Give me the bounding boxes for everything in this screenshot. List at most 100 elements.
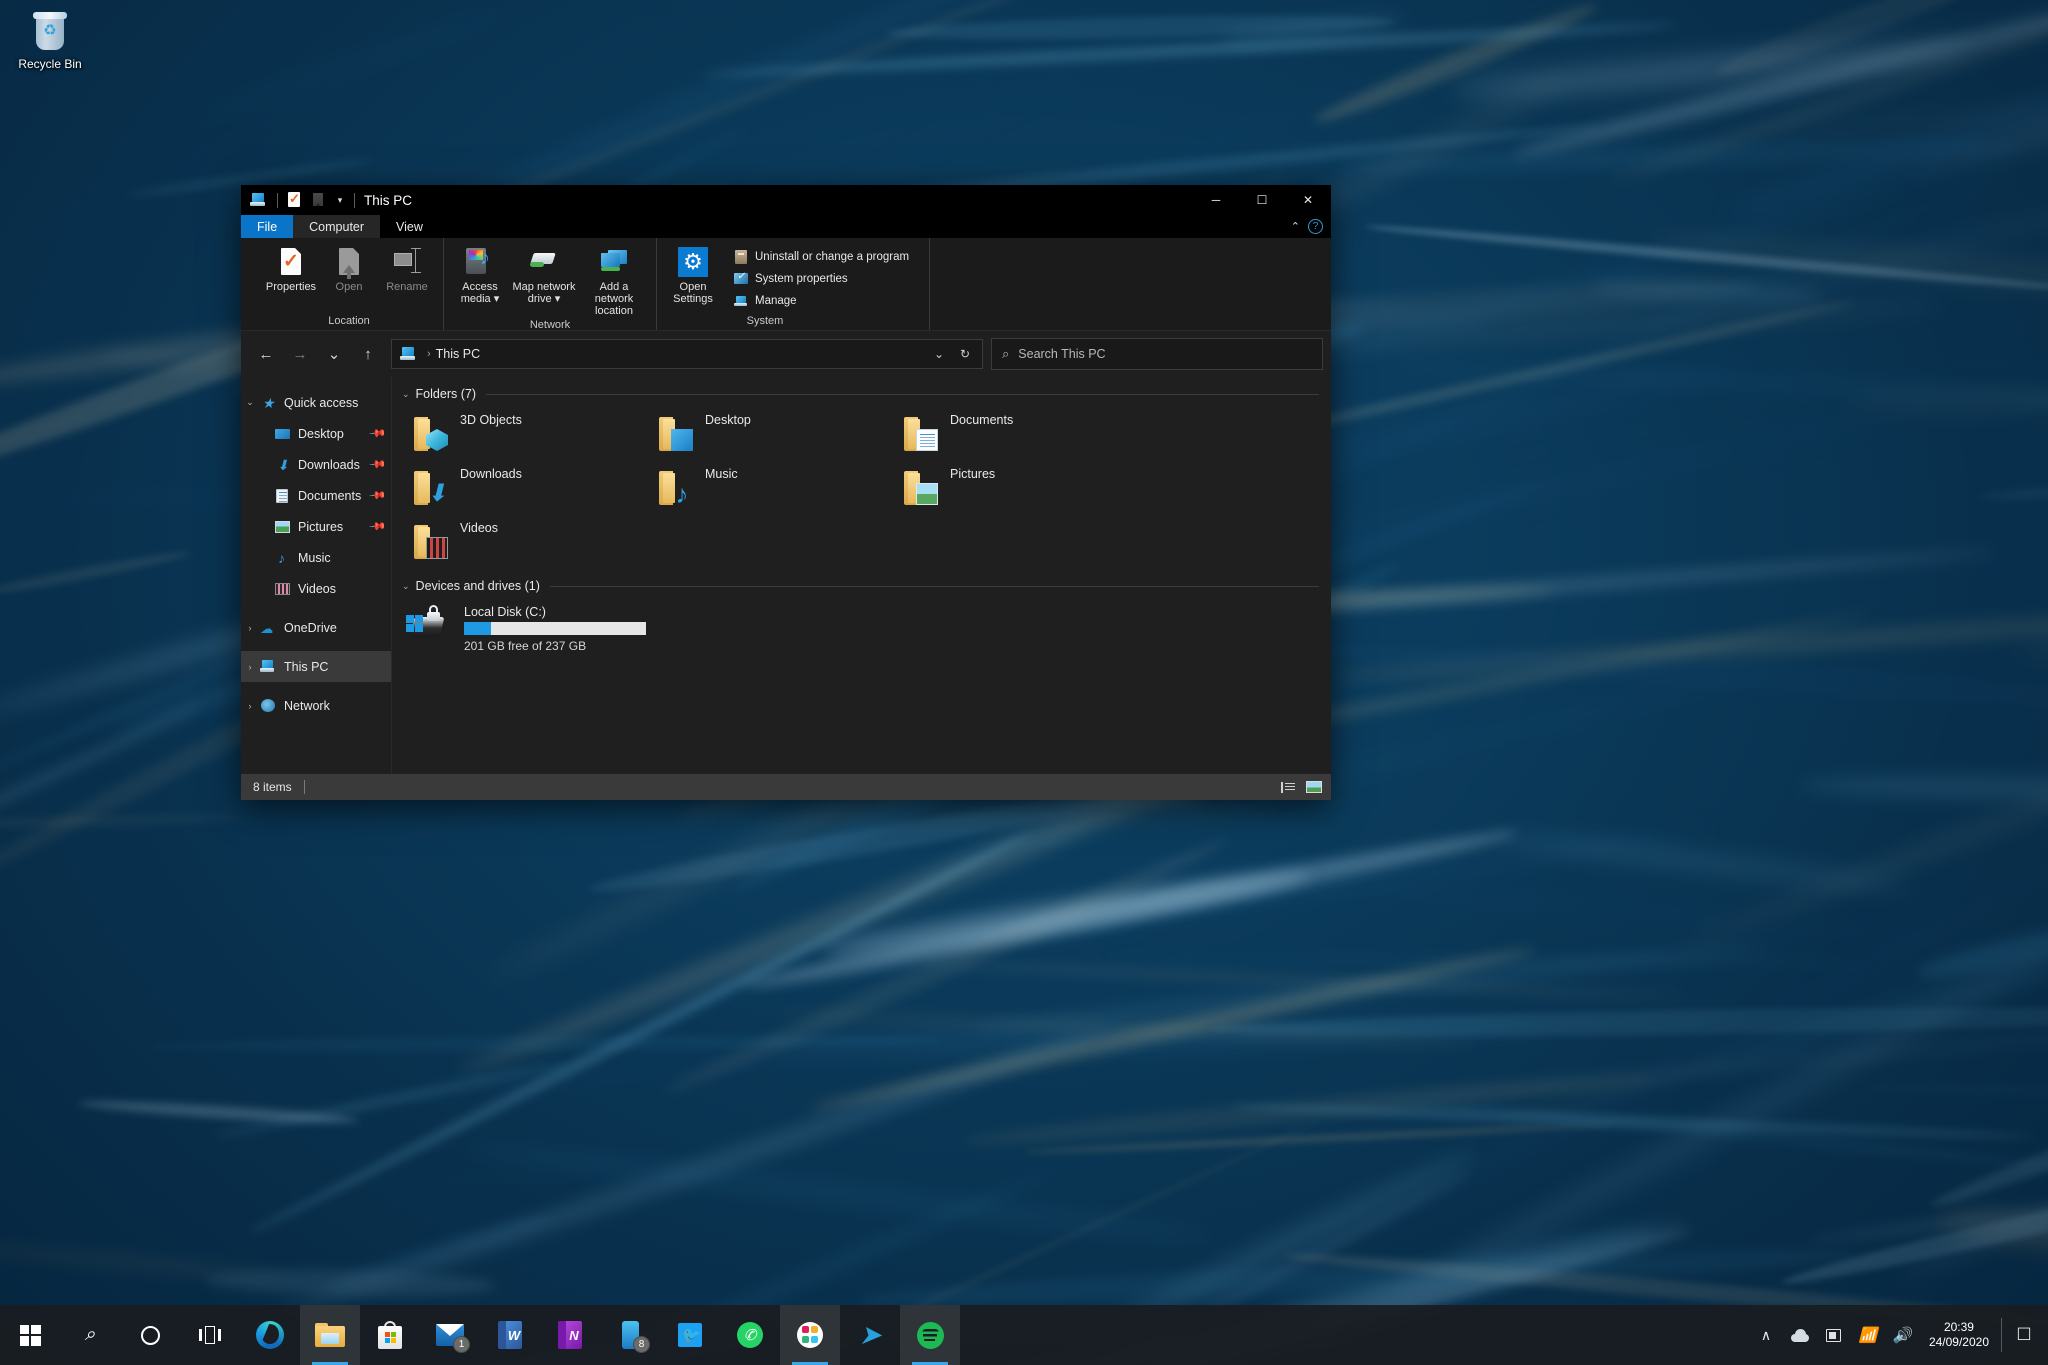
access-media-button[interactable]: ♪ Access media ▾ — [452, 244, 508, 307]
details-view-icon[interactable] — [1277, 777, 1299, 797]
refresh-button[interactable]: ↻ — [952, 340, 978, 368]
open-button[interactable]: Open — [321, 244, 377, 295]
navigation-pane[interactable]: ⌄ ★ Quick access Desktop 📌 ⬇ Downloads 📌… — [241, 377, 392, 774]
word-button[interactable]: W — [480, 1305, 540, 1365]
sidebar-item-network[interactable]: › Network — [241, 690, 391, 721]
onedrive-chevron-right-icon[interactable]: › — [241, 623, 259, 633]
devices-collapse-chevron-down-icon[interactable]: ⌄ — [402, 581, 410, 592]
action-center-icon[interactable]: ☐ — [2004, 1305, 2044, 1365]
large-icons-view-icon[interactable] — [1303, 777, 1325, 797]
file-explorer-button[interactable] — [300, 1305, 360, 1365]
address-dropdown-chevron-down-icon[interactable]: ⌄ — [926, 340, 952, 368]
ribbon-group-location: Properties Open Rename Location — [255, 238, 443, 330]
map-network-drive-chevron-down-icon[interactable]: ▾ — [555, 293, 561, 305]
network-tray-icon[interactable]: 📶 — [1851, 1305, 1885, 1365]
minimize-button[interactable]: ─ — [1193, 185, 1239, 215]
open-settings-button[interactable]: ⚙ Open Settings — [665, 244, 721, 307]
start-button[interactable] — [0, 1305, 60, 1365]
sidebar-item-documents[interactable]: Documents 📌 — [241, 480, 391, 511]
sidebar-item-desktop[interactable]: Desktop 📌 — [241, 418, 391, 449]
help-icon[interactable]: ? — [1308, 219, 1323, 234]
folder-item-documents[interactable]: Documents — [892, 407, 1137, 461]
screen-snip-tray-icon[interactable] — [1817, 1305, 1851, 1365]
address-bar[interactable]: › This PC ⌄ ↻ — [391, 339, 983, 369]
sidebar-item-quick-access[interactable]: ⌄ ★ Quick access — [241, 387, 391, 418]
maximize-button[interactable]: ☐ — [1239, 185, 1285, 215]
properties-button[interactable]: Properties — [263, 244, 319, 295]
add-network-location-button[interactable]: Add a network location — [580, 244, 648, 319]
close-button[interactable]: ✕ — [1285, 185, 1331, 215]
volume-tray-icon[interactable]: 🔊 — [1885, 1305, 1919, 1365]
edge-button[interactable] — [240, 1305, 300, 1365]
system-properties-label: System properties — [755, 273, 848, 285]
twitter-button[interactable]: 🐦 — [660, 1305, 720, 1365]
search-box[interactable]: ⌕ Search This PC — [991, 338, 1323, 370]
local-disk-icon — [406, 603, 458, 647]
folder-item-music[interactable]: ♪ Music — [647, 461, 892, 515]
window-titlebar[interactable]: ▾ This PC ─ ☐ ✕ — [241, 185, 1331, 215]
videos-label: Videos — [298, 581, 336, 596]
tab-view[interactable]: View — [380, 215, 439, 238]
customize-qat-chevron-down-icon[interactable]: ▾ — [331, 195, 349, 206]
tab-file[interactable]: File — [241, 215, 294, 238]
rename-label: Rename — [386, 281, 428, 293]
collapse-ribbon-chevron-up-icon[interactable]: ⌃ — [1291, 220, 1300, 233]
show-hidden-icons-button[interactable]: ∧ — [1749, 1305, 1783, 1365]
system-properties-icon — [733, 271, 749, 287]
content-pane[interactable]: ⌄ Folders (7) 3D Objects Desktop Documen… — [392, 377, 1331, 774]
onenote-button[interactable]: N — [540, 1305, 600, 1365]
network-chevron-right-icon[interactable]: › — [241, 701, 259, 711]
up-button[interactable]: ↑ — [351, 339, 385, 369]
drive-usage-bar — [464, 622, 646, 635]
sidebar-item-music[interactable]: ♪ Music — [241, 542, 391, 573]
spotify-button[interactable] — [900, 1305, 960, 1365]
clock[interactable]: 20:39 24/09/2020 — [1919, 1320, 1999, 1350]
sidebar-item-onedrive[interactable]: › ☁ OneDrive — [241, 612, 391, 643]
slack-button[interactable] — [780, 1305, 840, 1365]
onedrive-tray-icon[interactable] — [1783, 1305, 1817, 1365]
this-pc-chevron-right-icon[interactable]: › — [241, 662, 259, 672]
folder-item-downloads[interactable]: ⬇ Downloads — [402, 461, 647, 515]
recent-locations-chevron-down-icon[interactable]: ⌄ — [317, 339, 351, 369]
back-button[interactable]: ← — [249, 339, 283, 369]
folder-label: 3D Objects — [460, 413, 522, 427]
tab-computer[interactable]: Computer — [293, 215, 381, 238]
manage-item[interactable]: Manage — [729, 292, 913, 310]
new-folder-qat-button[interactable] — [307, 189, 329, 211]
system-properties-item[interactable]: System properties — [729, 270, 913, 288]
folder-item-pictures[interactable]: Pictures — [892, 461, 1137, 515]
uninstall-or-change-a-program-item[interactable]: Uninstall or change a program — [729, 248, 913, 266]
devices-group-header[interactable]: ⌄ Devices and drives (1) — [402, 579, 1319, 593]
telegram-button[interactable]: ➤ — [840, 1305, 900, 1365]
search-input[interactable]: Search This PC — [1018, 347, 1105, 361]
search-button[interactable]: ⌕ — [60, 1305, 120, 1365]
access-media-chevron-down-icon[interactable]: ▾ — [494, 293, 500, 305]
status-divider — [303, 780, 305, 794]
sidebar-item-pictures[interactable]: Pictures 📌 — [241, 511, 391, 542]
whatsapp-button[interactable]: ✆ — [720, 1305, 780, 1365]
rename-button[interactable]: Rename — [379, 244, 435, 295]
sidebar-item-this-pc[interactable]: › This PC — [241, 651, 391, 682]
cortana-button[interactable] — [120, 1305, 180, 1365]
folders-collapse-chevron-down-icon[interactable]: ⌄ — [402, 389, 410, 400]
folders-group-header[interactable]: ⌄ Folders (7) — [402, 387, 1319, 401]
properties-qat-button[interactable] — [283, 189, 305, 211]
sidebar-item-videos[interactable]: Videos — [241, 573, 391, 604]
map-network-drive-button[interactable]: Map network drive ▾ — [510, 244, 578, 307]
quick-access-chevron-down-icon[interactable]: ⌄ — [241, 397, 259, 408]
manage-label: Manage — [755, 295, 797, 307]
folder-item-videos[interactable]: Videos — [402, 515, 647, 569]
recycle-bin-label: Recycle Bin — [18, 57, 82, 71]
drive-item-local-disk-c[interactable]: Local Disk (C:) 201 GB free of 237 GB — [402, 599, 702, 657]
forward-button[interactable]: → — [283, 339, 317, 369]
folder-item-desktop[interactable]: Desktop — [647, 407, 892, 461]
your-phone-button[interactable]: 8 — [600, 1305, 660, 1365]
desktop-icon-recycle-bin[interactable]: ♻ Recycle Bin — [8, 8, 92, 71]
mail-button[interactable]: 1 — [420, 1305, 480, 1365]
task-view-button[interactable] — [180, 1305, 240, 1365]
microsoft-store-button[interactable] — [360, 1305, 420, 1365]
spotify-icon — [916, 1321, 944, 1349]
sidebar-item-downloads[interactable]: ⬇ Downloads 📌 — [241, 449, 391, 480]
breadcrumb-this-pc[interactable]: This PC — [436, 347, 480, 361]
folder-item-3d-objects[interactable]: 3D Objects — [402, 407, 647, 461]
